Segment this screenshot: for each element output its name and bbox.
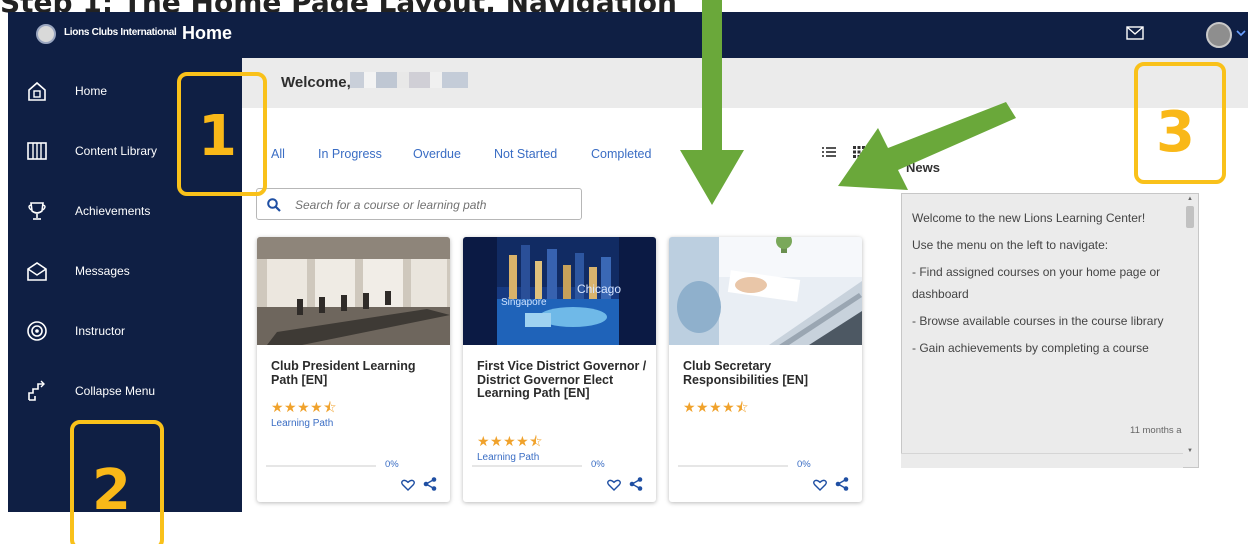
course-card-club-president[interactable]: Club President Learning Path [EN] ★★★★⯪ … (257, 237, 450, 502)
collapse-menu-icon (28, 380, 45, 401)
progress-percent: 0% (385, 459, 399, 470)
progress-bar (266, 465, 376, 467)
news-item: Use the menu on the left to navigate: (912, 238, 1109, 252)
laptop-desk-image (669, 237, 862, 345)
course-type: Learning Path (271, 418, 334, 429)
search-placeholder: Search for a course or learning path (295, 198, 487, 212)
news-item: - Browse available courses in the course… (912, 314, 1164, 328)
redacted-name (350, 72, 468, 88)
heart-icon[interactable] (607, 479, 621, 491)
sidebar-item-label: Achievements (75, 204, 151, 218)
pointer-arrow-down (680, 0, 744, 205)
lions-logo-icon (36, 24, 56, 44)
envelope-open-icon (27, 262, 47, 281)
scroll-up-icon[interactable]: ▲ (1187, 196, 1193, 202)
sidebar-item-collapse-menu[interactable]: Collapse Menu (8, 368, 242, 412)
heart-icon[interactable] (401, 479, 415, 491)
callout-number-3: 3 (1156, 100, 1195, 165)
screenshot-page: Step 1: The Home Page Layout, Navigation… (0, 0, 1248, 544)
news-item: Welcome to the new Lions Learning Center… (912, 211, 1146, 225)
search-input[interactable]: Search for a course or learning path (256, 188, 582, 220)
city-skyline-image: Chicago Singapore (463, 237, 656, 345)
sidebar-item-instructor[interactable]: Instructor (8, 308, 242, 352)
callout-number-2: 2 (92, 458, 131, 523)
news-footer-bar (901, 453, 1183, 468)
search-icon (267, 198, 281, 212)
list-view-icon[interactable] (822, 146, 836, 158)
progress-percent: 0% (591, 459, 605, 470)
tab-not-started[interactable]: Not Started (494, 147, 557, 161)
news-scrollbar[interactable]: ▲ ▼ (1182, 194, 1198, 456)
course-title[interactable]: Club President Learning Path [EN] (271, 359, 441, 387)
pointer-arrow-diagonal (838, 102, 1016, 190)
tab-completed[interactable]: Completed (591, 147, 651, 161)
progress-percent: 0% (797, 459, 811, 470)
brand-name: Lions Clubs International (64, 27, 177, 38)
conference-room-image (257, 237, 450, 345)
envelope-icon[interactable] (1126, 26, 1144, 40)
scroll-thumb[interactable] (1186, 206, 1194, 228)
course-card-club-secretary[interactable]: Club Secretary Responsibilities [EN] ★★★… (669, 237, 862, 502)
share-icon[interactable] (629, 477, 643, 491)
share-icon[interactable] (835, 477, 849, 491)
sidebar-item-label: Content Library (75, 144, 158, 158)
sidebar-item-label: Collapse Menu (75, 384, 156, 398)
image-caption-singapore: Singapore (501, 297, 547, 308)
broadcast-icon (27, 321, 47, 341)
tab-in-progress[interactable]: In Progress (318, 147, 382, 161)
avatar[interactable] (1206, 22, 1232, 48)
course-title[interactable]: First Vice District Governor / District … (477, 359, 647, 401)
trophy-icon (28, 202, 46, 220)
page-title: Home (182, 23, 233, 43)
top-bar: Lions Clubs International Home (8, 12, 1248, 58)
sidebar-item-label: Instructor (75, 324, 126, 338)
sidebar-item-messages[interactable]: Messages (8, 248, 242, 292)
home-icon (28, 81, 46, 101)
sidebar-item-label: Messages (75, 264, 130, 278)
course-card-first-vice-district-governor[interactable]: Chicago Singapore First Vice District Go… (463, 237, 656, 502)
progress-bar (472, 465, 582, 467)
heart-icon[interactable] (813, 479, 827, 491)
news-item: - Find assigned courses on your home pag… (912, 265, 1161, 301)
course-type: Learning Path (477, 452, 540, 463)
image-caption-chicago: Chicago (577, 282, 621, 296)
tab-overdue[interactable]: Overdue (413, 147, 461, 161)
book-library-icon (27, 142, 47, 160)
scroll-down-icon[interactable]: ▼ (1187, 448, 1193, 454)
sidebar-item-label: Home (75, 84, 108, 98)
welcome-text: Welcome, (281, 74, 351, 91)
news-content: Welcome to the new Lions Learning Center… (912, 207, 1176, 364)
progress-bar (678, 465, 788, 467)
course-title[interactable]: Club Secretary Responsibilities [EN] (683, 359, 853, 387)
callout-number-1: 1 (198, 104, 237, 169)
tab-all[interactable]: All (271, 147, 285, 161)
news-item: - Gain achievements by completing a cour… (912, 341, 1149, 355)
rating-stars: ★★★★⯪ (683, 399, 749, 415)
share-icon[interactable] (423, 477, 437, 491)
chevron-down-icon[interactable] (1236, 29, 1246, 37)
